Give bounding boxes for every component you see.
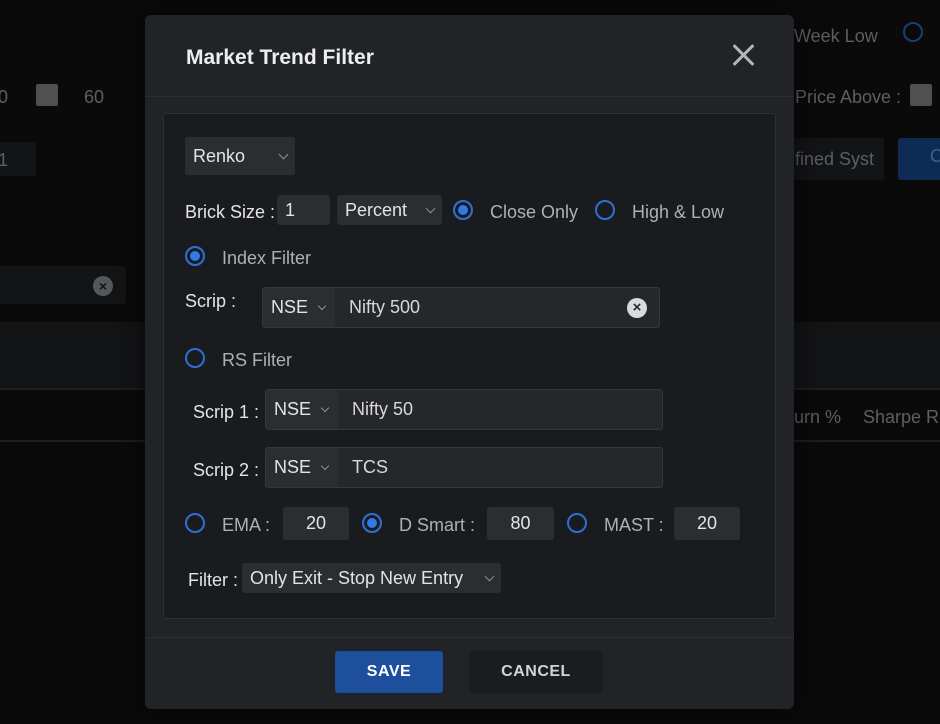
close-only-label: Close Only (490, 202, 579, 222)
chevron-down-icon (320, 461, 330, 470)
chevron-down-icon (320, 403, 330, 412)
chevron-down-icon (278, 149, 289, 160)
bg-checkbox (36, 84, 58, 106)
brick-size-label: Brick Size : (185, 202, 276, 222)
filter-value: Only Exit - Stop New Entry (250, 567, 464, 588)
bg-radio (903, 22, 923, 42)
cancel-button-label: CANCEL (501, 663, 571, 680)
clear-icon[interactable]: × (627, 297, 647, 318)
high-low-label: High & Low (632, 202, 725, 222)
scrip-label: Scrip : (185, 291, 237, 311)
mast-radio[interactable] (567, 513, 587, 533)
scrip2-exchange-value: NSE (274, 457, 312, 477)
bg-price-above: Price Above : (795, 87, 902, 107)
ema-label: EMA : (222, 515, 271, 535)
bg-number-left: 0 (0, 87, 9, 107)
chart-type-select[interactable]: Renko (185, 137, 295, 175)
brick-unit-select[interactable]: Percent (337, 195, 442, 225)
dsmart-input[interactable]: 80 (487, 507, 554, 540)
rs-filter-radio[interactable] (185, 348, 205, 368)
scrip1-exchange-value: NSE (274, 399, 312, 419)
bg-clear-icon: × (93, 276, 113, 296)
scrip2-field: NSE TCS (265, 447, 663, 488)
brick-size-value: 1 (285, 199, 296, 220)
dsmart-label: D Smart : (399, 515, 476, 535)
scrip-exchange-value: NSE (271, 297, 309, 317)
scrip1-exchange-select[interactable]: NSE (266, 390, 338, 429)
close-only-radio[interactable] (453, 200, 473, 220)
scrip2-exchange-select[interactable]: NSE (266, 448, 338, 487)
chevron-down-icon (317, 301, 327, 310)
bg-week-low: Week Low (794, 26, 878, 46)
chevron-down-icon (425, 203, 436, 214)
bg-button: C (898, 138, 940, 180)
index-filter-radio[interactable] (185, 246, 205, 266)
save-button-label: SAVE (366, 663, 412, 680)
dsmart-radio[interactable] (362, 513, 382, 533)
dialog-header: Market Trend Filter (145, 15, 794, 97)
close-icon[interactable] (730, 42, 756, 68)
bg-button-label: C (930, 146, 940, 166)
bg-number-60: 60 (84, 87, 105, 107)
brick-unit-value: Percent (345, 199, 408, 220)
scrip1-field: NSE Nifty 50 (265, 389, 663, 430)
scrip1-label: Scrip 1 : (193, 402, 260, 422)
scrip-exchange-select[interactable]: NSE (263, 288, 335, 327)
scrip-field: NSE Nifty 500 × (262, 287, 660, 328)
mast-input[interactable]: 20 (674, 507, 740, 540)
dialog-footer: SAVE CANCEL (145, 637, 794, 709)
mast-label: MAST : (604, 515, 664, 535)
chart-type-value: Renko (193, 145, 246, 166)
dialog-title: Market Trend Filter (186, 46, 374, 69)
ema-value: 20 (305, 513, 327, 533)
cancel-button[interactable]: CANCEL (469, 651, 603, 693)
bg-col-sharpe: Sharpe Re (863, 407, 940, 427)
bg-checkbox-right (910, 84, 932, 106)
dsmart-value: 80 (510, 513, 531, 533)
filter-select[interactable]: Only Exit - Stop New Entry (242, 563, 501, 593)
scrip1-input[interactable]: Nifty 50 (338, 399, 413, 420)
bg-number-1: 1 (0, 150, 9, 170)
brick-size-input[interactable]: 1 (277, 195, 330, 225)
ema-radio[interactable] (185, 513, 205, 533)
mast-value: 20 (696, 513, 718, 533)
chevron-down-icon (484, 571, 495, 582)
market-trend-filter-dialog: Market Trend Filter Renko Brick Size : 1… (145, 15, 794, 709)
rs-filter-label: RS Filter (222, 350, 293, 370)
scrip-input[interactable]: Nifty 500 (335, 297, 420, 318)
index-filter-label: Index Filter (222, 248, 312, 268)
high-low-radio[interactable] (595, 200, 615, 220)
scrip2-label: Scrip 2 : (193, 460, 260, 480)
bg-col-return: urn % (794, 407, 842, 427)
ema-input[interactable]: 20 (283, 507, 349, 540)
save-button[interactable]: SAVE (335, 651, 443, 693)
filter-label: Filter : (188, 570, 239, 590)
bg-defined-system: fined Syst (795, 149, 875, 169)
scrip2-input[interactable]: TCS (338, 457, 388, 478)
